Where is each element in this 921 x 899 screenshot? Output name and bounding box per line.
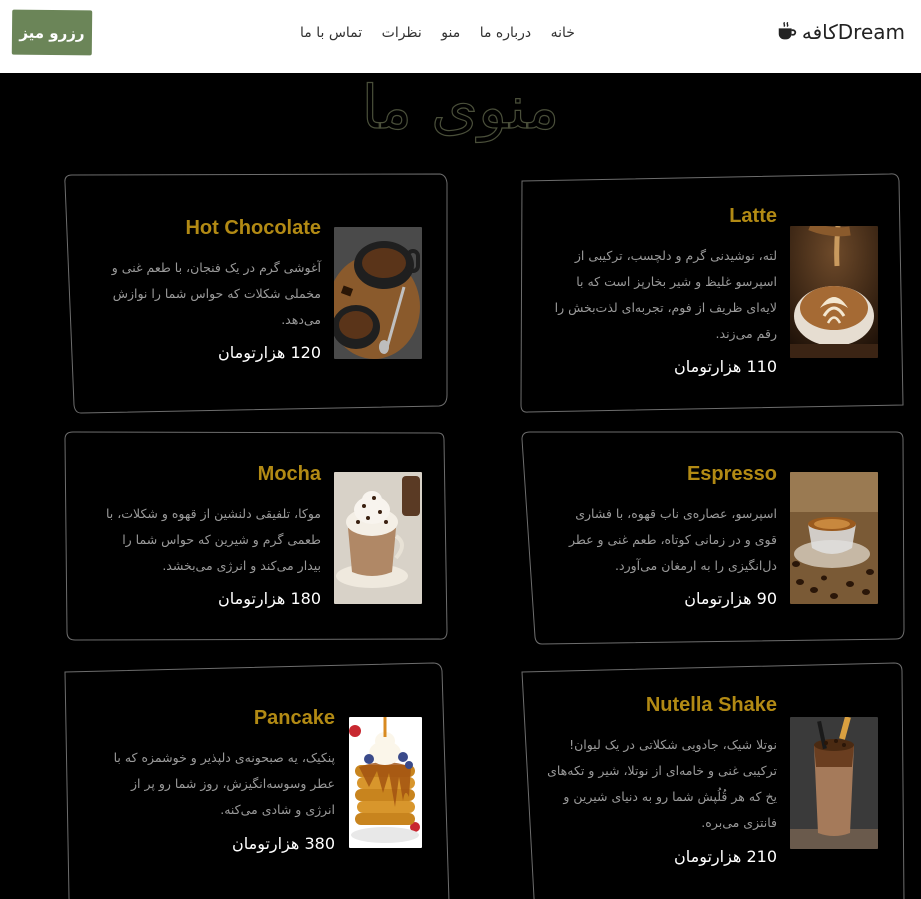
menu-section-title: منوی ما: [361, 72, 560, 143]
item-description: اسپرسو، عصاره‌ی ناب قهوه، با فشاری قوی و…: [568, 506, 777, 573]
item-price: 120 هزارتومان: [218, 343, 321, 362]
item-description: آغوشی گرم در یک فنجان، با طعم غنی و مخمل…: [111, 260, 321, 327]
item-name: Nutella Shake: [645, 694, 777, 716]
espresso-cup-beans-image: [790, 472, 878, 604]
reserve-table-button[interactable]: رزرو میز: [11, 9, 93, 56]
item-price: 180 هزارتومان: [218, 589, 321, 608]
pancake-stack-image: [349, 717, 422, 848]
brand-logo[interactable]: Dreamکافه: [776, 18, 905, 46]
item-description: لته، نوشیدنی گرم و دلچسب، ترکیبی از اسپر…: [554, 248, 777, 341]
menu-card-nutella-shake[interactable]: Nutella Shake نوتلا شیک، جادویی شکلاتی د…: [520, 662, 906, 899]
menu-card-mocha[interactable]: Mocha موکا، تلفیقی دلنشین از قهوه و شکلا…: [63, 431, 450, 641]
item-price: 110 هزارتومان: [674, 357, 777, 376]
menu-card-pancake[interactable]: Pancake پنکیک، یه صبحونه‌ی دلپذیر و خوشم…: [63, 662, 450, 899]
item-price: 380 هزارتومان: [232, 834, 335, 853]
hot-chocolate-mugs-image: [334, 227, 422, 359]
item-price: 90 هزارتومان: [684, 589, 777, 608]
site-header: رزرو میز خانه درباره ما منو نظرات تماس ب…: [0, 0, 921, 73]
brand-name: Dreamکافه: [801, 20, 905, 44]
item-name: Pancake: [253, 707, 335, 729]
main-nav: خانه درباره ما منو نظرات تماس با ما: [300, 22, 575, 44]
nav-reviews[interactable]: نظرات: [382, 25, 422, 41]
mocha-glass-cream-image: [334, 472, 422, 604]
item-name: Mocha: [257, 463, 321, 485]
latte-art-cup-image: [790, 226, 878, 358]
item-name: Latte: [729, 205, 777, 227]
nutella-shake-glass-image: [790, 717, 878, 849]
menu-card-espresso[interactable]: Espresso اسپرسو، عصاره‌ی ناب قهوه، با فش…: [520, 431, 906, 645]
nav-home[interactable]: خانه: [551, 25, 575, 41]
item-name: Espresso: [686, 463, 777, 485]
item-description: پنکیک، یه صبحونه‌ی دلپذیر و خوشمزه که با…: [113, 750, 335, 817]
item-description: موکا، تلفیقی دلنشین از قهوه و شکلات، با …: [105, 506, 321, 573]
menu-card-hot-chocolate[interactable]: Hot Chocolate آغوشی گرم در یک فنجان، با …: [63, 173, 450, 414]
coffee-cup-icon: [778, 22, 796, 40]
nav-contact[interactable]: تماس با ما: [300, 25, 362, 41]
item-price: 210 هزارتومان: [674, 847, 777, 866]
menu-card-latte[interactable]: Latte لته، نوشیدنی گرم و دلچسب، ترکیبی ا…: [520, 173, 905, 413]
nav-menu[interactable]: منو: [441, 25, 460, 41]
nav-about[interactable]: درباره ما: [480, 25, 531, 41]
item-name: Hot Chocolate: [185, 217, 321, 239]
item-description: نوتلا شیک، جادویی شکلاتی در یک لیوان! تر…: [547, 737, 777, 830]
